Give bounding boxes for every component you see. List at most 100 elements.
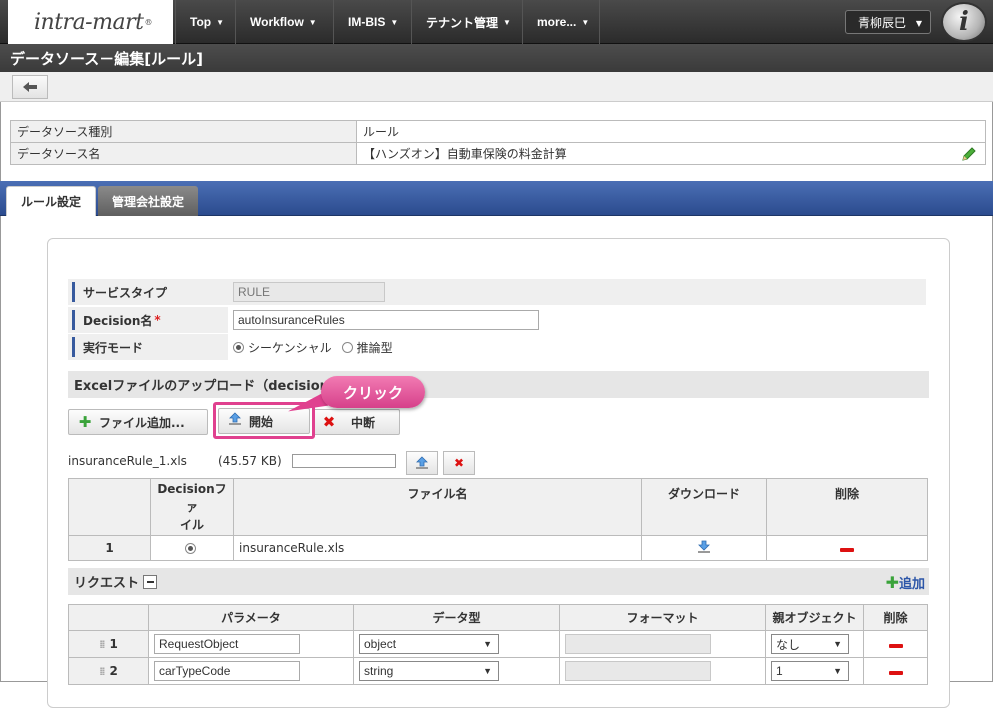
service-type-label: サービスタイプ: [72, 282, 167, 302]
parent-cell: なし ▼: [765, 630, 864, 658]
data-type-select[interactable]: object ▼: [359, 634, 499, 654]
drag-handle-icon[interactable]: ⁞⁞: [99, 638, 106, 651]
tab-bar: ルール設定 管理会社設定: [0, 181, 993, 216]
add-request-link[interactable]: ✚ 追加: [886, 573, 925, 592]
param-input[interactable]: carTypeCode: [154, 661, 300, 681]
info-label: データソース名: [10, 142, 357, 165]
decision-name-label-wrap: Decision名 *: [72, 310, 161, 330]
column-header-delete: 削除: [863, 604, 928, 631]
column-header-parent-object: 親オブジェクト: [765, 604, 864, 631]
tab-rule-settings[interactable]: ルール設定: [6, 186, 97, 216]
radio-inference[interactable]: [341, 341, 353, 353]
im-info-icon[interactable]: i: [941, 2, 987, 42]
decision-name-label: Decision名: [83, 313, 153, 328]
required-mark: *: [154, 313, 161, 327]
info-value-cell: 【ハンズオン】自動車保険の料金計算: [356, 142, 986, 165]
param-cell: carTypeCode: [148, 657, 354, 685]
user-menu[interactable]: 青柳辰巳 ▼: [845, 10, 931, 34]
type-cell: object ▼: [353, 630, 560, 658]
radio-inference-label: 推論型: [356, 340, 393, 355]
drag-handle-icon[interactable]: ⁞⁞: [99, 665, 106, 678]
add-file-button[interactable]: ✚ ファイル追加...: [68, 409, 208, 435]
decision-name-input[interactable]: autoInsuranceRules: [233, 310, 539, 330]
nav-workflow[interactable]: Workflow ▼: [235, 0, 333, 44]
table-header-row: Decisionファ イル ファイル名 ダウンロード 削除: [68, 478, 928, 536]
close-icon: ✖: [453, 456, 465, 470]
back-button[interactable]: [12, 75, 48, 99]
column-header-decision-file: Decisionファ イル: [150, 478, 234, 536]
chevron-down-icon: ▼: [503, 17, 511, 27]
download-icon[interactable]: [697, 540, 711, 554]
format-cell: [559, 657, 766, 685]
pending-upload-line: insuranceRule_1.xls (45.57 KB) ✖: [68, 451, 488, 475]
format-input: [565, 661, 711, 681]
nav-im-bis[interactable]: IM-BIS ▼: [333, 0, 411, 44]
pencil-edit-icon[interactable]: [961, 146, 977, 162]
remove-pending-file-button[interactable]: ✖: [443, 451, 475, 475]
decision-radio-cell: [150, 535, 234, 561]
chevron-down-icon: ▼: [581, 17, 590, 27]
delete-cell: [766, 535, 928, 561]
chevron-down-icon: ▼: [483, 639, 492, 649]
nav-more[interactable]: more... ▼: [522, 0, 600, 44]
delete-icon[interactable]: [840, 548, 854, 552]
column-header-data-type: データ型: [353, 604, 560, 631]
format-input: [565, 634, 711, 654]
form-row-exec-mode: 実行モード シーケンシャル 推論型: [68, 334, 926, 360]
radio-sequential-label: シーケンシャル: [248, 340, 332, 355]
decision-file-radio[interactable]: [184, 543, 196, 554]
service-type-cell: RULE: [228, 279, 926, 305]
info-row: データソース種別 ルール: [10, 120, 986, 143]
collapse-icon[interactable]: [143, 574, 158, 589]
row-number-cell: ⁞⁞ 2: [68, 657, 149, 685]
chevron-down-icon: ▼: [833, 639, 842, 649]
upload-progress-bar: [292, 454, 396, 468]
delete-icon[interactable]: [888, 644, 903, 648]
delete-icon[interactable]: [888, 671, 903, 675]
delete-cell: [863, 657, 928, 685]
download-cell: [641, 535, 767, 561]
plus-icon: ✚: [885, 573, 899, 592]
column-header-format: フォーマット: [559, 604, 766, 631]
decision-name-cell: autoInsuranceRules: [228, 307, 926, 333]
request-title: リクエスト: [74, 576, 140, 591]
row-number: 1: [68, 535, 151, 561]
chevron-down-icon: ▼: [216, 17, 225, 27]
info-value: 【ハンズオン】自動車保険の料金計算: [363, 147, 567, 161]
info-label: データソース種別: [10, 120, 357, 143]
parent-object-select[interactable]: なし ▼: [771, 634, 849, 654]
nav-top[interactable]: Top ▼: [175, 0, 235, 44]
chevron-down-icon: ▼: [390, 17, 399, 27]
parent-cell: 1 ▼: [765, 657, 864, 685]
exec-mode-cell: シーケンシャル 推論型: [228, 334, 926, 360]
upload-section-header: Excelファイルのアップロード（decisionファ: [68, 371, 929, 398]
chevron-down-icon: ▼: [483, 666, 492, 676]
exec-mode-label: 実行モード: [72, 337, 143, 357]
click-callout: クリック: [321, 376, 425, 408]
parent-object-select[interactable]: 1 ▼: [771, 661, 849, 681]
start-single-upload-button[interactable]: [406, 451, 438, 475]
data-type-select[interactable]: string ▼: [359, 661, 499, 681]
radio-sequential[interactable]: [233, 341, 244, 353]
chevron-down-icon: ▼: [308, 17, 317, 27]
intra-mart-logo[interactable]: intra-mart ®: [8, 0, 173, 44]
upload-icon: [416, 456, 428, 469]
pending-file-name: insuranceRule_1.xls: [68, 454, 187, 468]
toolbar: [0, 72, 993, 102]
column-header-download: ダウンロード: [641, 478, 767, 536]
chevron-down-icon: ▼: [833, 666, 842, 676]
table-row: ⁞⁞ 2 carTypeCode string ▼ 1 ▼: [68, 657, 928, 685]
type-cell: string ▼: [353, 657, 560, 685]
column-header-no: [68, 604, 149, 631]
row-number-cell: ⁞⁞ 1: [68, 630, 149, 658]
nav-tenant-admin[interactable]: テナント管理 ▼: [411, 0, 522, 44]
service-type-field: RULE: [233, 282, 385, 302]
table-row: ⁞⁞ 1 RequestObject object ▼ なし ▼: [68, 630, 928, 658]
decision-file-table: Decisionファ イル ファイル名 ダウンロード 削除 1 insurance…: [68, 478, 928, 561]
datasource-info-table: データソース種別 ルール データソース名 【ハンズオン】自動車保険の料金計算: [10, 120, 986, 165]
param-input[interactable]: RequestObject: [154, 634, 300, 654]
table-row: 1 insuranceRule.xls: [68, 535, 928, 561]
cancel-upload-button[interactable]: ✖ 中断: [312, 409, 400, 435]
tab-company-settings[interactable]: 管理会社設定: [98, 186, 199, 216]
plus-icon: ✚: [78, 413, 92, 431]
